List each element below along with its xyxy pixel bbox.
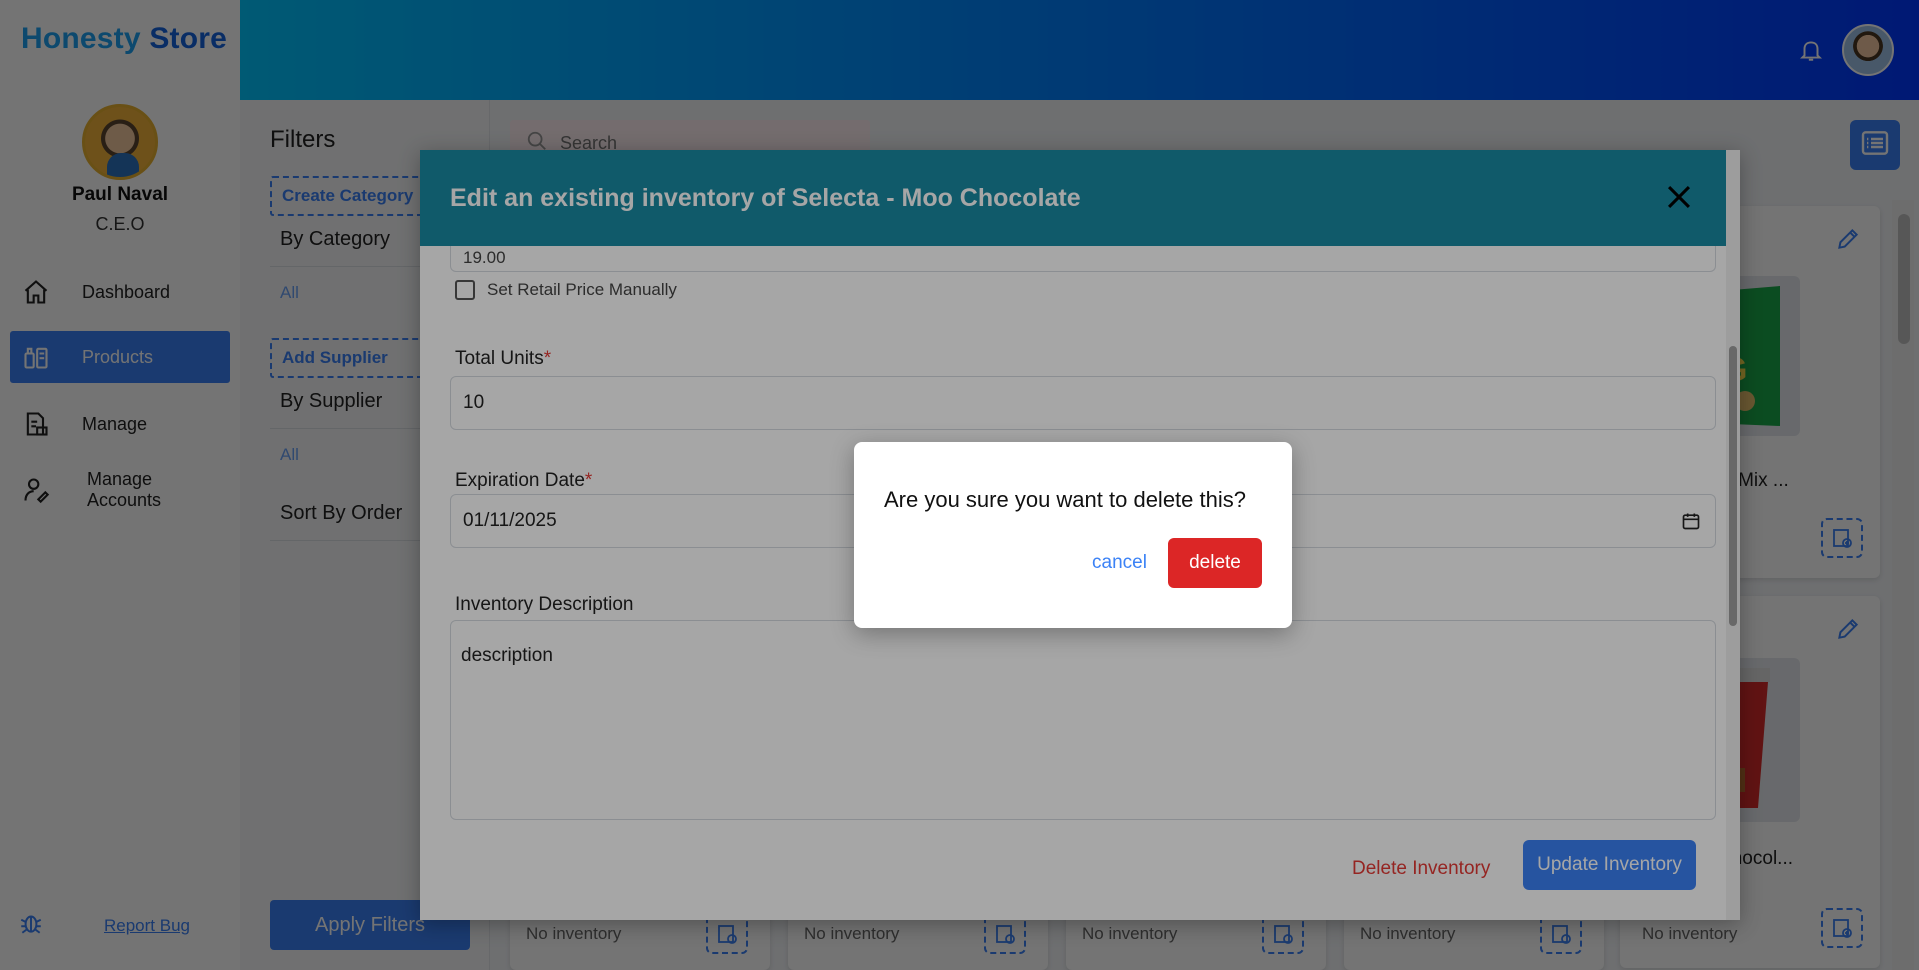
confirm-question: Are you sure you want to delete this?: [884, 487, 1246, 512]
cancel-button[interactable]: cancel: [1092, 552, 1147, 574]
confirm-delete-dialog: Are you sure you want to delete this? ca…: [854, 442, 1292, 628]
confirm-delete-button[interactable]: delete: [1168, 538, 1262, 588]
app-root: Honesty Store Paul Naval C.E.O Dashboard…: [0, 0, 1919, 970]
